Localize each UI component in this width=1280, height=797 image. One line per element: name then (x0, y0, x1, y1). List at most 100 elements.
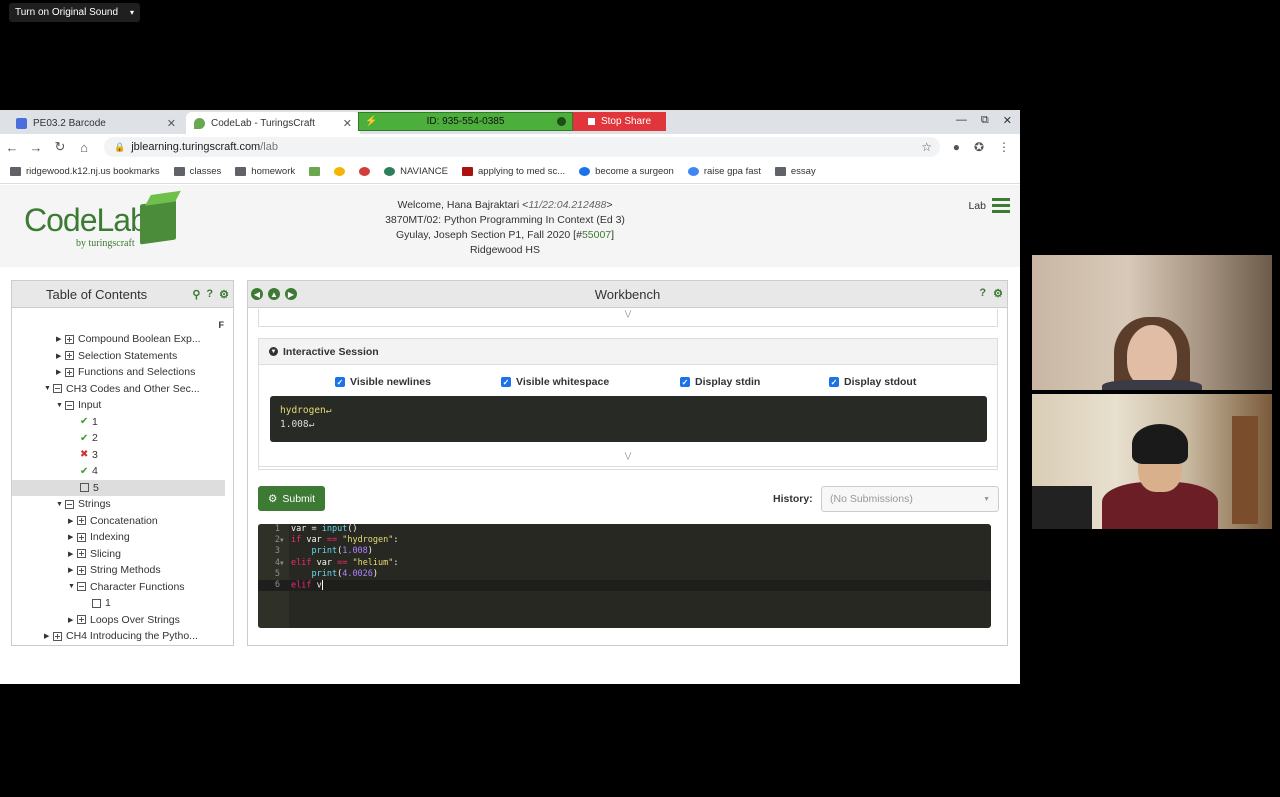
triangle-down-icon[interactable]: ▼ (68, 583, 77, 590)
display-stdout-checkbox[interactable]: ✓ Display stdout (829, 376, 916, 388)
toc-item-label: String Methods (90, 564, 161, 577)
triangle-right-icon[interactable]: ▶ (68, 566, 77, 574)
bookmark-classes[interactable]: classes (173, 166, 221, 177)
toc-item[interactable]: ▼ Input (12, 397, 233, 414)
cross-icon: ✖ (80, 449, 89, 461)
triangle-right-icon[interactable]: ▶ (68, 616, 77, 624)
toc-item[interactable]: ▶ Functions and Selections (12, 364, 233, 381)
toc-item[interactable]: ▼ CH3 Codes and Other Sec... (12, 381, 233, 398)
bookmark-surgeon[interactable]: become a surgeon (579, 166, 674, 177)
toc-item[interactable]: ▶ Selection Statements (12, 348, 233, 365)
toc-item[interactable]: ▼ Strings (12, 496, 233, 513)
toc-item[interactable]: ▶ Concatenation (12, 513, 233, 530)
restore-icon[interactable]: ⧉ (981, 114, 989, 127)
visible-newlines-checkbox[interactable]: ✓ Visible newlines (335, 376, 431, 388)
checkbox-checked-icon[interactable]: ✓ (829, 377, 839, 387)
triangle-right-icon[interactable]: ▶ (44, 632, 53, 640)
minus-box-icon (53, 384, 62, 394)
toc-item-label: CH3 Codes and Other Sec... (66, 382, 200, 395)
tab-codelab[interactable]: CodeLab - TuringsCraft ✕ (186, 112, 360, 134)
bookmark-ridgewood[interactable]: ridgewood.k12.nj.us bookmarks (10, 166, 160, 177)
session-header[interactable]: ▼ Interactive Session (259, 339, 997, 365)
checkbox-checked-icon[interactable]: ✓ (335, 377, 345, 387)
back-icon[interactable]: ← (0, 140, 24, 155)
submit-button[interactable]: ⚙ Submit (258, 486, 325, 511)
bookmark-essay[interactable]: essay (774, 166, 816, 177)
participant-video-2[interactable] (1032, 394, 1272, 529)
toc-item[interactable]: ▶ Indexing (12, 529, 233, 546)
reload-icon[interactable]: ↻ (48, 139, 72, 155)
help-icon[interactable]: ? (979, 287, 986, 300)
chevron-down-icon[interactable]: ▾ (130, 8, 134, 17)
bookmark-gpa[interactable]: raise gpa fast (687, 166, 761, 177)
bookmark-drive[interactable] (334, 167, 346, 176)
toc-item[interactable]: ✔ 4 (12, 463, 233, 480)
cube-logo-icon (140, 199, 176, 245)
close-icon[interactable]: ✕ (167, 117, 176, 130)
bookmark-med-school[interactable]: applying to med sc... (462, 166, 565, 177)
toc-item-selected[interactable]: 5 (12, 479, 225, 496)
checkbox-checked-icon[interactable]: ✓ (501, 377, 511, 387)
help-icon[interactable]: ? (206, 288, 213, 301)
triangle-down-icon[interactable]: ▼ (56, 501, 65, 508)
tab-barcode[interactable]: PE03.2 Barcode ✕ (8, 112, 184, 134)
toc-item[interactable]: ✔ 2 (12, 430, 233, 447)
triangle-right-icon[interactable]: ▶ (68, 533, 77, 541)
participant-video-1[interactable] (1032, 255, 1272, 390)
triangle-down-icon[interactable]: ▼ (44, 385, 53, 392)
code-editor[interactable]: 1 var = input() 2 ▼ if var == "hydrogen": 3… (258, 524, 991, 628)
fold-icon[interactable]: ▼ (280, 535, 289, 546)
toc-item[interactable]: ✔ 1 (12, 414, 233, 431)
close-window-icon[interactable]: ✕ (1003, 114, 1012, 127)
toc-item[interactable]: ▶ String Methods (12, 562, 233, 579)
toc-item[interactable]: ▶ CH4 Introducing the Pytho... (12, 628, 233, 645)
bookmark-homework[interactable]: homework (235, 166, 295, 177)
minimize-icon[interactable]: — (956, 114, 967, 127)
triangle-right-icon[interactable]: ▶ (56, 368, 65, 376)
search-icon[interactable]: ⚲ (192, 288, 200, 301)
bookmark-naviance[interactable]: NAVIANCE (384, 166, 448, 177)
triangle-right-icon[interactable]: ▶ (68, 550, 77, 558)
code-line: 5 print(4.0026) (258, 569, 991, 580)
hamburger-icon[interactable] (992, 198, 1010, 213)
toc-item-label: 1 (105, 597, 111, 610)
history-label: History: (773, 493, 813, 505)
section-id-link[interactable]: 55007 (582, 229, 611, 241)
visible-whitespace-checkbox[interactable]: ✓ Visible whitespace (501, 376, 609, 388)
stop-share-button[interactable]: Stop Share (573, 112, 666, 131)
bookmark-classroom[interactable] (309, 167, 321, 176)
bookmark-app[interactable] (359, 167, 371, 176)
expand-chevron-icon[interactable]: ⋁ (258, 309, 998, 327)
menu-kebab-icon[interactable]: ⋮ (998, 140, 1010, 154)
meeting-id-bar[interactable]: ⚡ ID: 935-554-0385 (358, 112, 573, 131)
lab-menu[interactable]: Lab (968, 198, 1010, 213)
gear-icon[interactable]: ⚙ (219, 288, 229, 301)
triangle-right-icon[interactable]: ▶ (56, 335, 65, 343)
puzzle-icon[interactable]: ✪ (974, 140, 984, 154)
home-icon[interactable]: ⌂ (72, 140, 96, 155)
triangle-down-icon[interactable]: ▼ (56, 402, 65, 409)
plus-box-icon (65, 367, 74, 377)
toc-item[interactable]: ▶ Loops Over Strings (12, 612, 233, 629)
history-select[interactable]: (No Submissions) ▼ (821, 486, 999, 512)
extension-icon[interactable]: ● (953, 140, 960, 154)
display-stdin-checkbox[interactable]: ✓ Display stdin (680, 376, 760, 388)
triangle-right-icon[interactable]: ▶ (68, 517, 77, 525)
codelab-logo[interactable]: CodeLab by turingscraft (24, 198, 184, 254)
toc-item[interactable]: ▼ Character Functions (12, 579, 233, 596)
toc-item[interactable]: ▶ Slicing (12, 546, 233, 563)
toc-item[interactable]: ▶ Compound Boolean Exp... (12, 331, 233, 348)
fold-icon[interactable]: ▼ (280, 558, 289, 569)
close-icon[interactable]: ✕ (343, 117, 352, 130)
expand-chevron-icon[interactable]: ⋁ (258, 451, 998, 467)
chevron-down-icon[interactable]: ▼ (269, 347, 278, 356)
original-sound-button[interactable]: Turn on Original Sound ▾ (9, 3, 141, 22)
checkbox-checked-icon[interactable]: ✓ (680, 377, 690, 387)
triangle-right-icon[interactable]: ▶ (56, 352, 65, 360)
url-bar[interactable]: 🔒 jblearning.turingscraft.com/lab ☆ (104, 137, 940, 157)
star-icon[interactable]: ☆ (921, 140, 932, 154)
forward-icon[interactable]: → (24, 140, 48, 155)
toc-item[interactable]: ✖ 3 (12, 447, 233, 464)
toc-item[interactable]: 1 (12, 595, 233, 612)
gear-icon[interactable]: ⚙ (993, 287, 1003, 300)
